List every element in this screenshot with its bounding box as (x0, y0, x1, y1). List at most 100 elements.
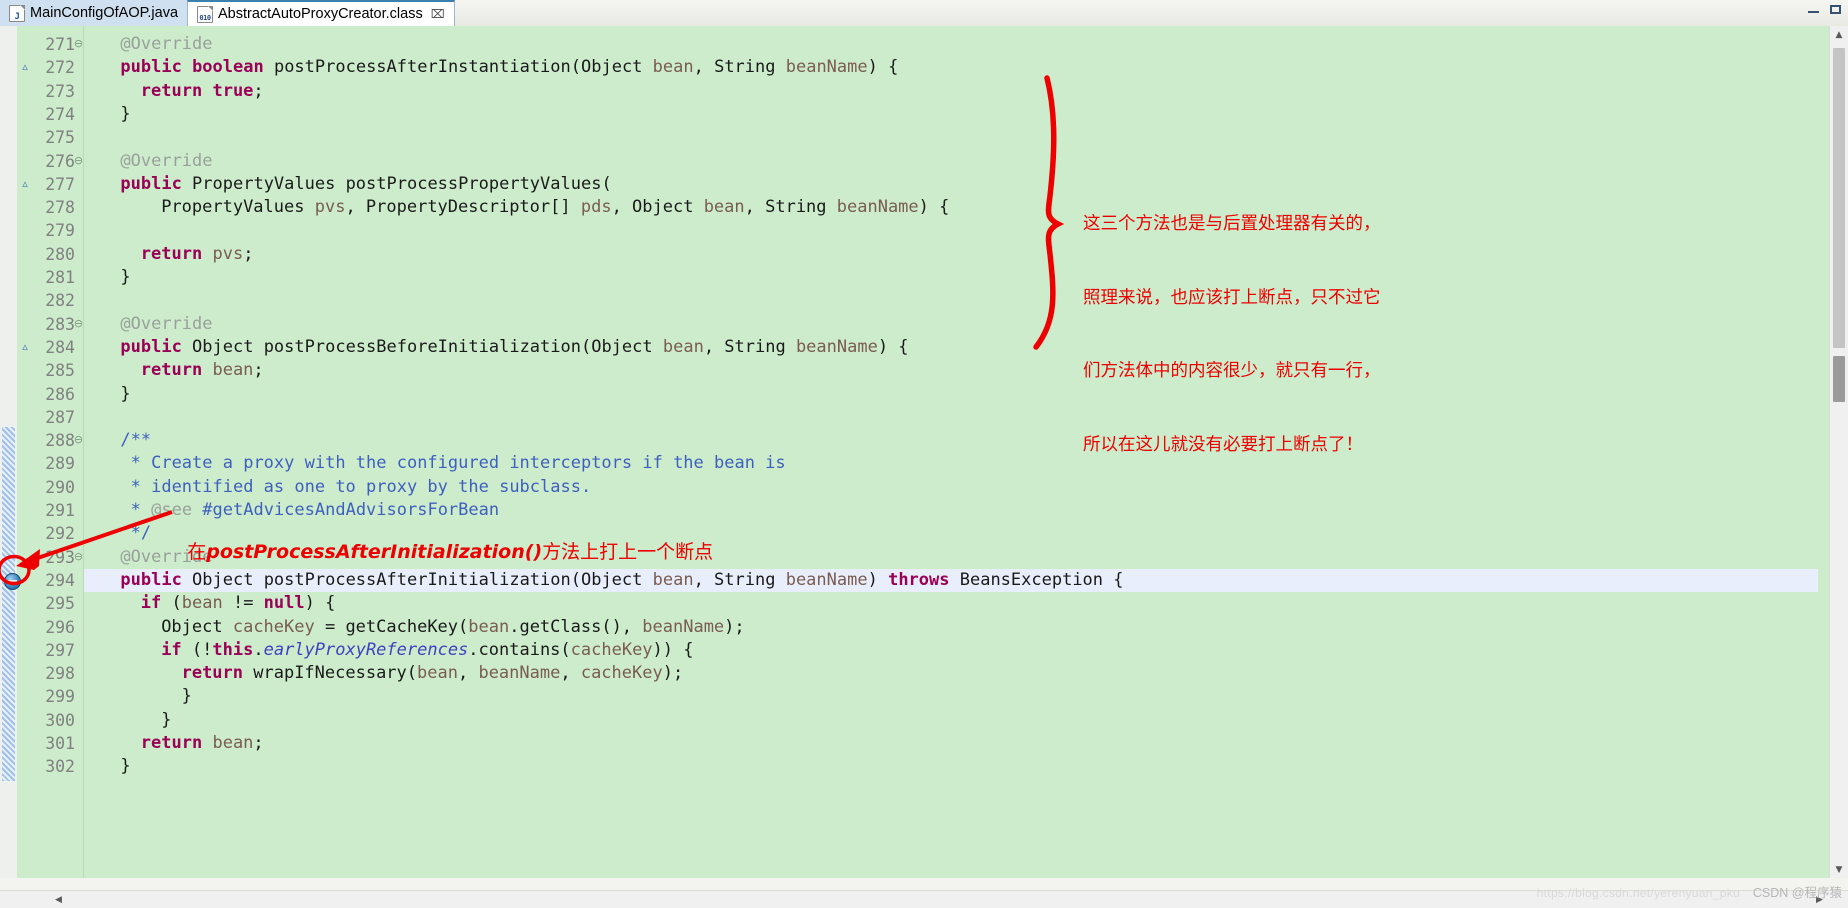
fold-toggle-icon[interactable]: ⊖ (73, 434, 84, 446)
eclipse-editor-window: J MainConfigOfAOP.java 010 AbstractAutoP… (0, 0, 1848, 908)
code-text: } (84, 104, 130, 124)
line-number: 301 (45, 734, 75, 753)
code-line[interactable]: return pvs; (84, 243, 1818, 266)
code-line[interactable]: * @see #getAdvicesAndAdvisorsForBean (84, 499, 1818, 522)
line-number-ruler[interactable]: 271 ⊖ ▵ 272 273 274 275 276 ⊖ ▵ 277 278 279 280 281 282… (4, 26, 84, 878)
code-line[interactable]: return bean; (84, 732, 1818, 755)
line-number-row[interactable]: 288 ⊖ (17, 429, 83, 452)
line-number: 298 (45, 664, 75, 684)
code-line[interactable]: @Override (84, 150, 1818, 173)
line-number-row[interactable]: 286 (17, 383, 83, 406)
line-number-row[interactable]: 297 (17, 639, 83, 662)
code-line[interactable]: public Object postProcessBeforeInitializ… (84, 336, 1818, 359)
code-line[interactable]: public PropertyValues postProcessPropert… (84, 173, 1818, 196)
code-line[interactable]: */ (84, 522, 1818, 545)
vertical-scrollbar[interactable]: ▲ ▼ (1829, 26, 1848, 878)
line-number-row[interactable]: 281 (17, 266, 83, 289)
fold-toggle-icon[interactable]: ⊖ (73, 155, 84, 167)
line-number-row[interactable]: 293 ⊖ (17, 546, 83, 569)
scroll-up-icon[interactable]: ▲ (1830, 26, 1848, 43)
code-token: PropertyValues (161, 197, 315, 218)
code-line[interactable] (84, 126, 1818, 149)
vertical-scroll-thumb-secondary[interactable] (1833, 356, 1845, 402)
code-line[interactable]: return true; (84, 80, 1818, 103)
scroll-down-icon[interactable]: ▼ (1830, 861, 1848, 878)
line-number-row[interactable]: 278 (17, 196, 83, 219)
tab-mainconfigofaop[interactable]: J MainConfigOfAOP.java (0, 0, 189, 26)
line-number-row[interactable]: 275 (17, 126, 83, 149)
scroll-left-icon[interactable]: ◀ (50, 891, 67, 908)
code-line[interactable] (84, 219, 1818, 242)
vertical-scroll-thumb[interactable] (1833, 48, 1845, 348)
line-number-row[interactable]: 299 (17, 685, 83, 708)
code-line[interactable]: * identified as one to proxy by the subc… (84, 476, 1818, 499)
line-number-row[interactable]: 292 (17, 522, 83, 545)
code-token: bean (662, 336, 704, 357)
line-number-row[interactable]: 274 (17, 103, 83, 126)
code-line[interactable]: public boolean postProcessAfterInstantia… (84, 56, 1818, 79)
annotation-ruler[interactable] (0, 26, 18, 878)
line-number-row[interactable]: 300 (17, 709, 83, 732)
code-token: bean (652, 57, 694, 78)
code-line[interactable]: return wrapIfNecessary(bean, beanName, c… (84, 662, 1818, 685)
line-number-row[interactable]: 290 (17, 476, 83, 499)
code-token: bean (468, 616, 510, 637)
line-number-row[interactable]: ▵ 284 (17, 336, 83, 359)
code-line[interactable]: if (!this.earlyProxyReferences.contains(… (84, 639, 1818, 662)
line-number-row[interactable]: 289 (17, 452, 83, 475)
code-text: if (bean != null) { (84, 593, 336, 613)
code-line[interactable]: } (84, 709, 1818, 732)
code-line[interactable]: PropertyValues pvs, PropertyDescriptor[]… (84, 196, 1818, 219)
line-number-row[interactable]: 271 ⊖ (17, 33, 83, 56)
line-number-row[interactable]: 282 (17, 289, 83, 312)
line-number-row[interactable]: 298 (17, 662, 83, 685)
code-line[interactable]: * Create a proxy with the configured int… (84, 452, 1818, 475)
code-text-area[interactable]: @Override public boolean postProcessAfter… (84, 26, 1818, 878)
code-line[interactable] (84, 406, 1818, 429)
code-text: @Override (84, 314, 212, 334)
code-line[interactable]: public Object postProcessAfterInitializa… (84, 568, 1818, 593)
line-number-row[interactable]: 296 (17, 616, 83, 639)
line-number-row[interactable]: 285 (17, 359, 83, 382)
minimize-icon[interactable] (1807, 4, 1820, 15)
line-number-row[interactable]: 295 (17, 592, 83, 615)
code-token: * identified as one to proxy by the subc… (120, 476, 592, 497)
code-token: )) { (652, 639, 694, 660)
code-line[interactable]: } (84, 685, 1818, 708)
code-line[interactable]: } (84, 103, 1818, 126)
code-text: */ (84, 523, 151, 543)
code-line[interactable]: if (bean != null) { (84, 592, 1818, 615)
line-number-row[interactable]: 294 (4, 569, 83, 592)
fold-toggle-icon[interactable]: ⊖ (73, 38, 84, 50)
line-number-row[interactable]: 276 ⊖ (17, 150, 83, 173)
code-line[interactable]: } (84, 383, 1818, 406)
code-editor[interactable]: 271 ⊖ ▵ 272 273 274 275 276 ⊖ ▵ 277 278 279 280 281 282… (0, 26, 1848, 878)
line-number-row[interactable]: 273 (17, 80, 83, 103)
line-number-row[interactable]: 291 (17, 499, 83, 522)
code-line[interactable]: } (84, 755, 1818, 778)
code-line[interactable]: @Override (84, 546, 1818, 569)
code-line[interactable] (84, 289, 1818, 312)
maximize-icon[interactable] (1829, 4, 1842, 15)
close-icon[interactable]: ⌧ (431, 7, 445, 21)
line-number-row[interactable]: 280 (17, 243, 83, 266)
code-line[interactable]: @Override (84, 313, 1818, 336)
line-number-row[interactable]: 279 (17, 219, 83, 242)
line-number-row[interactable]: 301 (17, 732, 83, 755)
code-line[interactable]: Object cacheKey = getCacheKey(bean.getCl… (84, 616, 1818, 639)
line-number: 276 (45, 151, 75, 171)
line-number-row[interactable]: 287 (17, 406, 83, 429)
fold-toggle-icon[interactable]: ⊖ (73, 318, 84, 330)
fold-toggle-icon[interactable]: ⊖ (73, 551, 84, 563)
line-number-row[interactable]: ▵ 272 (17, 56, 83, 79)
code-line[interactable]: return bean; (84, 359, 1818, 382)
code-line[interactable]: } (84, 266, 1818, 289)
tab-abstractautoproxycreator[interactable]: 010 AbstractAutoProxyCreator.class ⌧ (187, 0, 455, 26)
line-number-row[interactable]: 283 ⊖ (17, 313, 83, 336)
line-number-row[interactable]: ▵ 277 (17, 173, 83, 196)
breakpoint-icon[interactable] (4, 572, 21, 590)
line-number-row[interactable]: 302 (17, 755, 83, 778)
code-line[interactable]: @Override (84, 33, 1818, 56)
code-line[interactable]: /** (84, 429, 1818, 452)
tab-label: AbstractAutoProxyCreator.class (218, 5, 423, 22)
